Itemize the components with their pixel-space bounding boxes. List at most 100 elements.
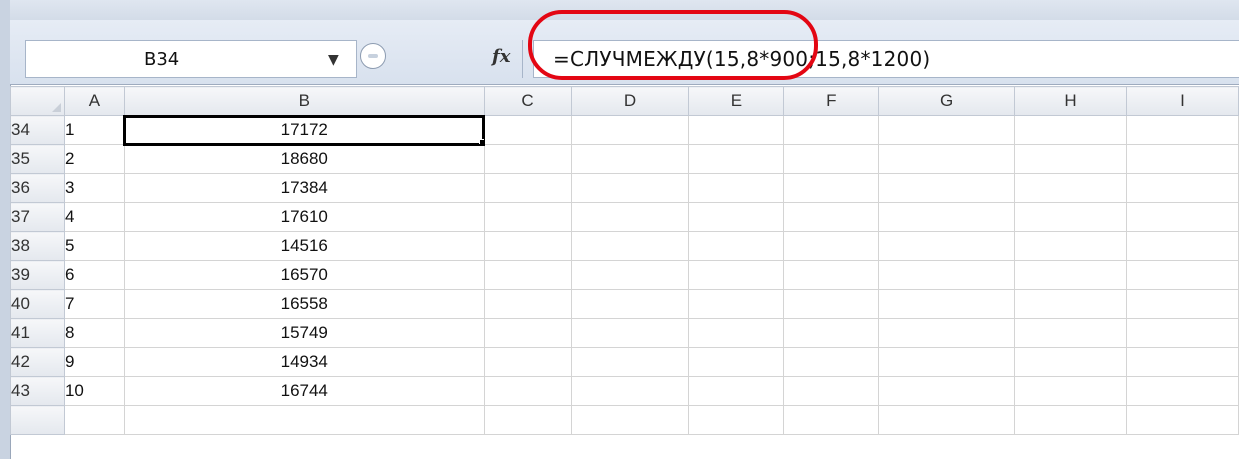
row-header[interactable]: 36 [10, 173, 65, 203]
cell-a[interactable]: 1 [63, 115, 125, 145]
cell-empty[interactable] [1014, 347, 1128, 377]
cell-empty[interactable] [688, 173, 785, 203]
cell-empty[interactable] [1126, 231, 1239, 261]
cell-empty[interactable] [483, 376, 572, 406]
col-header-c[interactable]: C [483, 86, 572, 116]
cell-b[interactable]: 16558 [123, 289, 485, 319]
cell-empty[interactable] [483, 231, 572, 261]
col-header-e[interactable]: E [688, 86, 785, 116]
cell-empty[interactable] [783, 115, 880, 145]
cell-a[interactable]: 8 [63, 318, 125, 348]
cell-empty[interactable] [688, 376, 785, 406]
cell-b[interactable]: 14516 [123, 231, 485, 261]
row-header[interactable]: 40 [10, 289, 65, 319]
cell-empty[interactable] [1014, 202, 1128, 232]
row-header[interactable]: 37 [10, 202, 65, 232]
row-header[interactable]: 35 [10, 144, 65, 174]
cell-empty[interactable] [688, 260, 785, 290]
cell-empty[interactable] [570, 144, 690, 174]
cell-a[interactable]: 9 [63, 347, 125, 377]
cell-empty[interactable] [1126, 376, 1239, 406]
cell-empty[interactable] [1014, 405, 1128, 435]
cell-empty[interactable] [1126, 347, 1239, 377]
cell-a[interactable]: 7 [63, 289, 125, 319]
cell-empty[interactable] [570, 260, 690, 290]
cell-empty[interactable] [878, 260, 1016, 290]
cell-a[interactable]: 10 [63, 376, 125, 406]
insert-function-icon[interactable]: fx [492, 46, 510, 67]
cell-empty[interactable] [483, 347, 572, 377]
cell-empty[interactable] [688, 318, 785, 348]
cell-a[interactable]: 5 [63, 231, 125, 261]
cell-empty[interactable] [1126, 202, 1239, 232]
cell-empty[interactable] [570, 347, 690, 377]
cell-empty[interactable] [1014, 318, 1128, 348]
cell-empty[interactable] [878, 318, 1016, 348]
cell-empty[interactable] [483, 289, 572, 319]
col-header-g[interactable]: G [878, 86, 1016, 116]
cell-b[interactable]: 15749 [123, 318, 485, 348]
cell-empty[interactable] [878, 144, 1016, 174]
cell-empty[interactable] [1126, 173, 1239, 203]
cell-empty[interactable] [483, 115, 572, 145]
cell-empty[interactable] [570, 318, 690, 348]
cell-empty[interactable] [63, 405, 125, 435]
cell-a[interactable]: 6 [63, 260, 125, 290]
cell-empty[interactable] [783, 376, 880, 406]
cell-empty[interactable] [123, 405, 485, 435]
cell-empty[interactable] [570, 202, 690, 232]
row-header[interactable]: 38 [10, 231, 65, 261]
cell-empty[interactable] [570, 115, 690, 145]
cell-a[interactable]: 2 [63, 144, 125, 174]
cell-empty[interactable] [1126, 289, 1239, 319]
name-box[interactable]: B34 ▼ [25, 40, 357, 78]
cell-empty[interactable] [570, 376, 690, 406]
formula-bar-resize-button[interactable] [360, 43, 386, 69]
cell-empty[interactable] [1126, 405, 1239, 435]
select-all-corner[interactable] [10, 86, 65, 116]
cell-empty[interactable] [688, 231, 785, 261]
cell-empty[interactable] [1014, 376, 1128, 406]
cell-b[interactable]: 14934 [123, 347, 485, 377]
cell-empty[interactable] [783, 173, 880, 203]
cell-empty[interactable] [570, 405, 690, 435]
col-header-h[interactable]: H [1014, 86, 1128, 116]
col-header-a[interactable]: A [63, 86, 125, 116]
cell-empty[interactable] [783, 260, 880, 290]
cell-empty[interactable] [783, 202, 880, 232]
cell-empty[interactable] [1014, 260, 1128, 290]
cell-a[interactable]: 4 [63, 202, 125, 232]
cell-b[interactable]: 17610 [123, 202, 485, 232]
cell-empty[interactable] [688, 144, 785, 174]
row-header[interactable] [10, 405, 65, 435]
cell-empty[interactable] [878, 347, 1016, 377]
cell-empty[interactable] [878, 231, 1016, 261]
cell-empty[interactable] [1126, 144, 1239, 174]
cell-empty[interactable] [570, 173, 690, 203]
active-cell-b34[interactable]: 17172 [123, 114, 486, 146]
cell-empty[interactable] [483, 260, 572, 290]
cell-empty[interactable] [878, 115, 1016, 145]
cell-empty[interactable] [1014, 231, 1128, 261]
cell-empty[interactable] [878, 202, 1016, 232]
cell-empty[interactable] [570, 289, 690, 319]
cell-empty[interactable] [570, 231, 690, 261]
cell-empty[interactable] [1014, 115, 1128, 145]
formula-text[interactable]: =СЛУЧМЕЖДУ(15,8*900;15,8*1200) [553, 47, 930, 71]
cell-b[interactable]: 17384 [123, 173, 485, 203]
cell-empty[interactable] [1126, 260, 1239, 290]
cell-empty[interactable] [878, 173, 1016, 203]
cell-empty[interactable] [688, 405, 785, 435]
cell-empty[interactable] [878, 289, 1016, 319]
cell-empty[interactable] [688, 289, 785, 319]
cell-empty[interactable] [688, 115, 785, 145]
row-header[interactable]: 42 [10, 347, 65, 377]
cell-empty[interactable] [1014, 173, 1128, 203]
cell-empty[interactable] [783, 347, 880, 377]
cell-empty[interactable] [878, 405, 1016, 435]
row-header[interactable]: 43 [10, 376, 65, 406]
cell-empty[interactable] [688, 347, 785, 377]
cell-empty[interactable] [483, 202, 572, 232]
cell-empty[interactable] [483, 405, 572, 435]
cell-a[interactable]: 3 [63, 173, 125, 203]
